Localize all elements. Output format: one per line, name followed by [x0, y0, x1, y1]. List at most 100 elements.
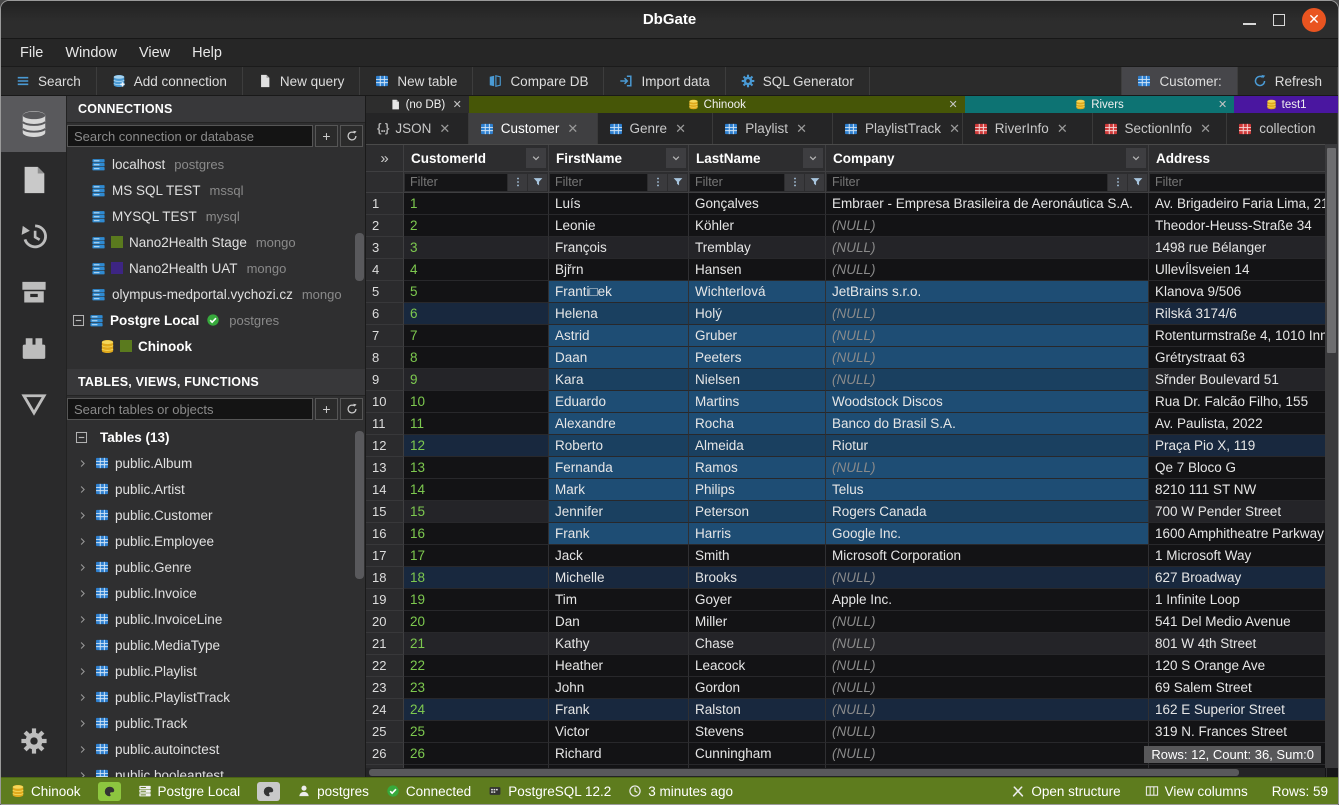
- vertical-scrollbar[interactable]: [1325, 144, 1338, 768]
- connection-item[interactable]: MS SQL TESTmssql: [67, 177, 365, 203]
- tables-group-header[interactable]: Tables (13): [67, 424, 365, 450]
- grid-cell[interactable]: Luís: [549, 193, 689, 215]
- grid-cell[interactable]: Hansen: [689, 259, 826, 281]
- menu-file[interactable]: File: [9, 45, 54, 61]
- minimize-button[interactable]: [1243, 23, 1256, 25]
- filter-funnel-button[interactable]: [528, 174, 547, 191]
- grid-cell[interactable]: Rogers Canada: [826, 501, 1149, 523]
- table-item[interactable]: public.MediaType: [67, 632, 365, 658]
- filter-menu-button[interactable]: [508, 174, 527, 191]
- table-item[interactable]: public.autoinctest: [67, 736, 365, 762]
- grid-cell[interactable]: Apple Inc.: [826, 589, 1149, 611]
- grid-cell[interactable]: 3: [404, 237, 549, 259]
- table-item[interactable]: public.Artist: [67, 476, 365, 502]
- grid-cell[interactable]: Leonie: [549, 215, 689, 237]
- grid-cell[interactable]: Chase: [689, 633, 826, 655]
- grid-cell[interactable]: Theodor-Heuss-Straße 34: [1149, 215, 1327, 237]
- filter-menu-button[interactable]: [648, 174, 667, 191]
- tab-playlist[interactable]: Playlist✕: [713, 113, 833, 144]
- grid-cell[interactable]: (NULL): [826, 259, 1149, 281]
- close-group-icon[interactable]: ✕: [1218, 98, 1227, 111]
- grid-cell[interactable]: Alexandre: [549, 413, 689, 435]
- tab-customer[interactable]: Customer✕: [469, 113, 598, 144]
- table-item[interactable]: public.Track: [67, 710, 365, 736]
- grid-cell[interactable]: Franti□ek: [549, 281, 689, 303]
- grid-cell[interactable]: (NULL): [826, 567, 1149, 589]
- grid-cell[interactable]: 1: [404, 193, 549, 215]
- row-number-cell[interactable]: 5: [366, 281, 404, 303]
- grid-cell[interactable]: Rilská 3174/6: [1149, 303, 1327, 325]
- grid-cell[interactable]: 1 Microsoft Way: [1149, 545, 1327, 567]
- grid-cell[interactable]: 24: [404, 699, 549, 721]
- grid-cell[interactable]: Köhler: [689, 215, 826, 237]
- row-number-cell[interactable]: 4: [366, 259, 404, 281]
- close-tab-icon[interactable]: ✕: [439, 121, 450, 137]
- row-number-cell[interactable]: 10: [366, 391, 404, 413]
- column-header-address[interactable]: Address: [1149, 145, 1327, 172]
- grid-cell[interactable]: Peeters: [689, 347, 826, 369]
- grid-cell[interactable]: 120 S Orange Ave: [1149, 655, 1327, 677]
- grid-cell[interactable]: 11: [404, 413, 549, 435]
- grid-cell[interactable]: Gordon: [689, 677, 826, 699]
- grid-cell[interactable]: Grétrystraat 63: [1149, 347, 1327, 369]
- grid-cell[interactable]: 16: [404, 523, 549, 545]
- table-item[interactable]: public.Employee: [67, 528, 365, 554]
- row-number-cell[interactable]: 11: [366, 413, 404, 435]
- chevron-right-icon[interactable]: [77, 458, 88, 469]
- grid-cell[interactable]: Rocha: [689, 413, 826, 435]
- search-button[interactable]: Search: [1, 67, 97, 95]
- column-header-company[interactable]: Company: [826, 145, 1149, 172]
- table-item[interactable]: public.Album: [67, 450, 365, 476]
- menu-help[interactable]: Help: [181, 45, 233, 61]
- close-tab-icon[interactable]: ✕: [949, 121, 960, 137]
- connection-item[interactable]: Nano2Health Stagemongo: [67, 229, 365, 255]
- filter-menu-button[interactable]: [1108, 174, 1127, 191]
- grid-cell[interactable]: Nielsen: [689, 369, 826, 391]
- grid-cell[interactable]: Michelle: [549, 567, 689, 589]
- grid-cell[interactable]: Praça Pio X, 119: [1149, 435, 1327, 457]
- grid-cell[interactable]: (NULL): [826, 677, 1149, 699]
- grid-cell[interactable]: Peterson: [689, 501, 826, 523]
- grid-cell[interactable]: Helena: [549, 303, 689, 325]
- grid-cell[interactable]: Kathy: [549, 633, 689, 655]
- rail-item-archive[interactable]: [1, 264, 66, 320]
- horizontal-scrollbar[interactable]: [366, 768, 1325, 777]
- row-number-cell[interactable]: 22: [366, 655, 404, 677]
- column-menu-button[interactable]: [666, 148, 686, 168]
- grid-cell[interactable]: Victor: [549, 721, 689, 743]
- chevron-right-icon[interactable]: [77, 614, 88, 625]
- grid-cell[interactable]: 18: [404, 567, 549, 589]
- grid-cell[interactable]: Rua Dr. Falcão Filho, 155: [1149, 391, 1327, 413]
- connection-item[interactable]: MYSQL TESTmysql: [67, 203, 365, 229]
- grid-cell[interactable]: JetBrains s.r.o.: [826, 281, 1149, 303]
- grid-cell[interactable]: 69 Salem Street: [1149, 677, 1327, 699]
- close-tab-icon[interactable]: ✕: [567, 121, 578, 137]
- close-tab-icon[interactable]: ✕: [1200, 121, 1211, 137]
- import-data-button[interactable]: Import data: [604, 67, 725, 95]
- grid-cell[interactable]: Harris: [689, 523, 826, 545]
- rail-item-history[interactable]: [1, 208, 66, 264]
- grid-cell[interactable]: Jennifer: [549, 501, 689, 523]
- close-tab-icon[interactable]: ✕: [675, 121, 686, 137]
- grid-cell[interactable]: 10: [404, 391, 549, 413]
- row-number-cell[interactable]: 18: [366, 567, 404, 589]
- new-table-button[interactable]: New table: [360, 67, 473, 95]
- grid-cell[interactable]: Qe 7 Bloco G: [1149, 457, 1327, 479]
- row-number-cell[interactable]: 21: [366, 633, 404, 655]
- grid-cell[interactable]: Rotenturmstraße 4, 1010 Innere Stadt: [1149, 325, 1327, 347]
- grid-cell[interactable]: Sřnder Boulevard 51: [1149, 369, 1327, 391]
- column-menu-button[interactable]: [1126, 148, 1146, 168]
- grid-cell[interactable]: Leacock: [689, 655, 826, 677]
- grid-cell[interactable]: Klanova 9/506: [1149, 281, 1327, 303]
- close-tab-icon[interactable]: ✕: [796, 121, 807, 137]
- tab-sectioninfo[interactable]: SectionInfo✕: [1093, 113, 1228, 144]
- grid-cell[interactable]: Mark: [549, 479, 689, 501]
- grid-cell[interactable]: 1 Infinite Loop: [1149, 589, 1327, 611]
- connection-item[interactable]: localhostpostgres: [67, 151, 365, 177]
- chevron-right-icon[interactable]: [77, 484, 88, 495]
- row-number-cell[interactable]: 9: [366, 369, 404, 391]
- chevron-right-icon[interactable]: [77, 562, 88, 573]
- grid-cell[interactable]: (NULL): [826, 655, 1149, 677]
- grid-cell[interactable]: 5: [404, 281, 549, 303]
- tab-group-test1[interactable]: test1: [1234, 96, 1338, 113]
